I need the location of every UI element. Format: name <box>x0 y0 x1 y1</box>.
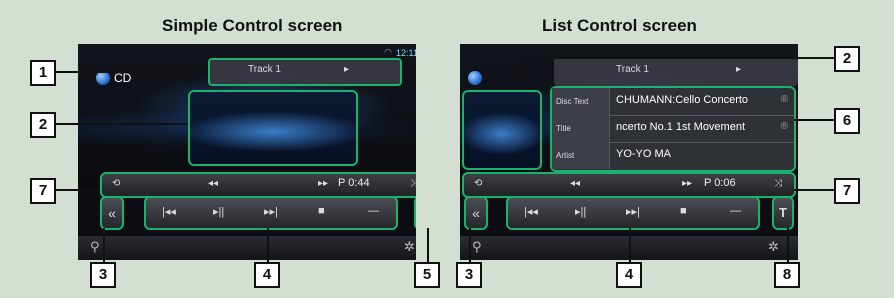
leader-line <box>103 228 105 262</box>
track-info-bar[interactable]: Track 1 ▸ <box>554 58 798 86</box>
collapse-button[interactable]: « <box>100 196 124 230</box>
leader-line <box>427 228 429 262</box>
mode-button[interactable]: T <box>414 196 416 230</box>
callout-3: 3 <box>90 262 116 288</box>
callout-7: 7 <box>834 178 860 204</box>
track-info-list: Disc Text CHUMANN:Cello Concerto ® Title… <box>550 86 796 172</box>
repeat-icon[interactable]: ⟲ <box>112 178 120 189</box>
settings-icon[interactable]: ✲ <box>404 239 415 255</box>
function-bar: ⟲ ◂◂ ▸▸ P 0:44 ⤨ <box>100 172 416 198</box>
leader-line <box>787 228 789 262</box>
leader-line <box>56 189 100 191</box>
previous-track-icon[interactable]: |◂◂ <box>162 205 176 218</box>
callout-1: 1 <box>30 60 56 86</box>
callout-5: 5 <box>414 262 440 288</box>
leader-line <box>56 123 188 125</box>
play-pause-icon[interactable]: ▸|| <box>575 205 586 218</box>
info-value: CHUMANN:Cello Concerto <box>616 94 749 106</box>
callout-8: 8 <box>774 262 800 288</box>
info-key: Disc Text <box>552 88 610 115</box>
fast-forward-icon[interactable]: ▸▸ <box>682 178 692 189</box>
rewind-icon[interactable]: ◂◂ <box>208 178 218 189</box>
track-label: Track 1 <box>616 64 649 75</box>
list-control-title: List Control screen <box>542 16 697 35</box>
info-value: YO-YO MA <box>616 148 672 160</box>
leader-line <box>520 57 834 59</box>
stop-icon[interactable]: ■ <box>680 205 687 217</box>
source-label: CD <box>114 71 132 85</box>
bottom-strip <box>78 236 416 260</box>
repeat-icon[interactable]: ⟲ <box>474 178 482 189</box>
info-row-artist[interactable]: Artist YO-YO MA <box>552 142 794 169</box>
leader-line <box>267 228 269 262</box>
cd-source-icon <box>468 71 482 85</box>
search-icon[interactable]: ⚲ <box>90 239 100 255</box>
double-chevron-left-icon: « <box>472 205 480 221</box>
double-chevron-left-icon: « <box>108 205 116 221</box>
clock: 12:11 <box>396 48 416 58</box>
rewind-icon[interactable]: ◂◂ <box>570 178 580 189</box>
callout-6: 6 <box>834 108 860 134</box>
play-icon: ▸ <box>736 64 742 75</box>
leader-line <box>520 57 522 87</box>
info-row-title[interactable]: Title ncerto No.1 1st Movement ® <box>552 115 794 143</box>
callout-4: 4 <box>254 262 280 288</box>
play-pause-icon[interactable]: ▸|| <box>213 205 224 218</box>
simple-control-title: Simple Control screen <box>162 16 343 35</box>
next-track-icon[interactable]: ▸▸| <box>626 205 640 218</box>
info-value: ncerto No.1 1st Movement <box>616 121 746 133</box>
leader-line <box>56 71 208 73</box>
mode-icon: T <box>779 205 787 220</box>
mode-button[interactable]: T <box>772 196 794 230</box>
operation-buttons: |◂◂ ▸|| ▸▸| ■ — <box>144 196 398 230</box>
track-info-bar[interactable]: Track 1 ▸ <box>208 58 402 86</box>
play-icon: ▸ <box>344 64 350 75</box>
info-key: Artist <box>552 142 610 169</box>
operation-buttons: |◂◂ ▸|| ▸▸| ■ — <box>506 196 760 230</box>
info-key: Title <box>552 115 610 142</box>
previous-track-icon[interactable]: |◂◂ <box>524 205 538 218</box>
stop-icon[interactable]: ■ <box>318 205 325 217</box>
leader-line <box>794 119 834 121</box>
info-icon[interactable]: ® <box>781 121 788 132</box>
next-track-icon[interactable]: ▸▸| <box>264 205 278 218</box>
search-icon[interactable]: ⚲ <box>472 239 482 255</box>
random-icon[interactable]: ⤨ <box>774 178 782 189</box>
random-icon[interactable]: ⤨ <box>410 178 416 189</box>
settings-icon[interactable]: ✲ <box>768 239 779 255</box>
artwork[interactable] <box>188 90 358 166</box>
play-time: P 0:44 <box>338 177 370 189</box>
callout-2: 2 <box>30 112 56 138</box>
leader-line <box>794 189 834 191</box>
callout-7: 7 <box>30 178 56 204</box>
track-label: Track 1 <box>248 64 281 75</box>
artwork[interactable] <box>462 90 542 170</box>
play-time: P 0:06 <box>704 177 736 189</box>
info-icon[interactable]: ® <box>781 94 788 105</box>
minus-icon[interactable]: — <box>730 205 741 217</box>
collapse-button[interactable]: « <box>464 196 488 230</box>
leader-line <box>469 228 471 262</box>
callout-2: 2 <box>834 46 860 72</box>
minus-icon[interactable]: — <box>368 205 379 217</box>
fast-forward-icon[interactable]: ▸▸ <box>318 178 328 189</box>
info-row-disc-text[interactable]: Disc Text CHUMANN:Cello Concerto ® <box>552 88 794 116</box>
simple-control-screen: ◠ 12:11 CD Track 1 ▸ ⟲ ◂◂ ▸▸ P 0:44 ⤨ « … <box>78 44 416 260</box>
cd-source-icon <box>96 71 110 85</box>
callout-4: 4 <box>616 262 642 288</box>
leader-line <box>629 228 631 262</box>
callout-3: 3 <box>456 262 482 288</box>
function-bar: ⟲ ◂◂ ▸▸ P 0:06 ⤨ <box>462 172 796 198</box>
signal-icon: ◠ <box>384 47 392 57</box>
